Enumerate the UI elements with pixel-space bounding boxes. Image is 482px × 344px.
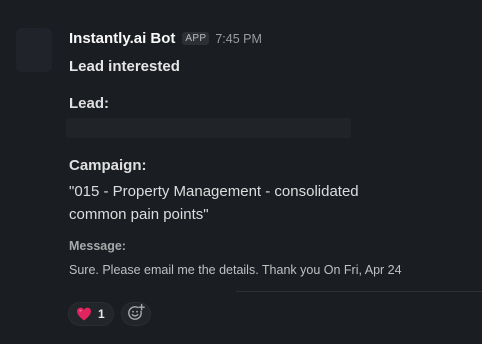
lead-value-redacted xyxy=(66,118,351,138)
add-reaction-button[interactable] xyxy=(120,302,151,326)
heart-emoji xyxy=(76,307,92,321)
reaction-heart[interactable]: 1 xyxy=(68,302,114,326)
campaign-label: Campaign: xyxy=(69,157,147,174)
divider xyxy=(236,291,482,292)
timestamp[interactable]: 7:45 PM xyxy=(215,32,262,46)
lead-label: Lead: xyxy=(69,95,110,112)
sender-name[interactable]: Instantly.ai Bot xyxy=(69,30,175,47)
avatar[interactable] xyxy=(16,28,52,72)
message-container: Instantly.ai Bot APP 7:45 PM Lead intere… xyxy=(0,0,482,344)
message-header: Instantly.ai Bot APP 7:45 PM xyxy=(69,30,262,47)
add-emoji-icon xyxy=(127,303,145,326)
reaction-count: 1 xyxy=(98,307,105,321)
message-label: Message: xyxy=(69,239,126,253)
app-badge: APP xyxy=(182,32,210,45)
reactions-bar: 1 xyxy=(68,302,151,326)
campaign-value: "015 - Property Management - consolidate… xyxy=(69,183,359,223)
notification-title: Lead interested xyxy=(69,58,180,75)
message-text: Sure. Please email me the details. Thank… xyxy=(69,263,402,277)
